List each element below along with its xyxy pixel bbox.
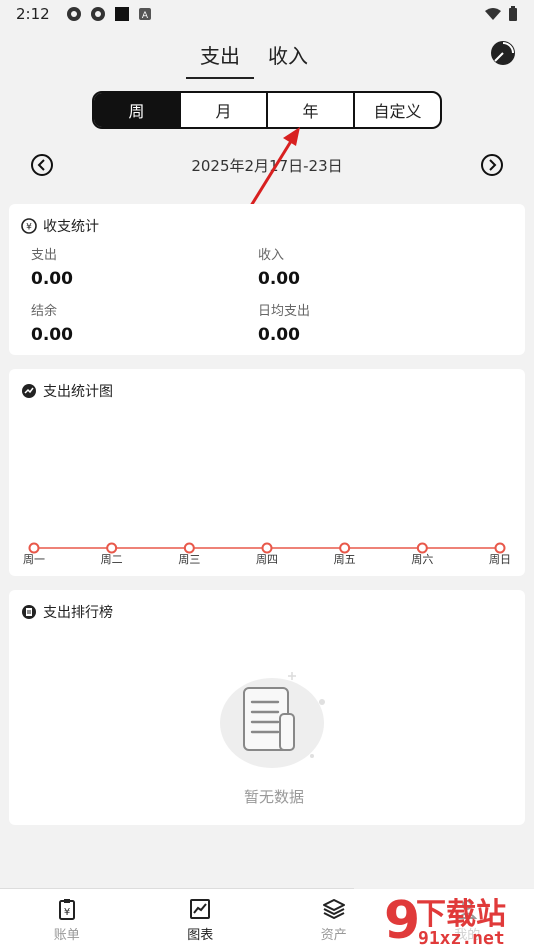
status-time: 2:12 — [16, 5, 50, 23]
period-custom[interactable]: 自定义 — [355, 93, 440, 127]
tab-income[interactable]: 收入 — [268, 36, 308, 79]
data-point-周四[interactable] — [261, 542, 273, 554]
x-tick-label: 周二 — [101, 553, 123, 566]
expense-value: 0.00 — [31, 269, 73, 289]
period-week[interactable]: 周 — [94, 93, 181, 127]
status-bar: 2:12 A — [0, 0, 534, 28]
ranking-icon — [22, 605, 36, 619]
expense-line-chart: 周一 周二 周三 周四 周五 周六 周日 — [23, 542, 511, 566]
date-range-label: 2025年2月17日-23日 — [191, 156, 343, 175]
bill-icon: ¥ — [58, 898, 75, 920]
empty-state-text: 暂无数据 — [243, 788, 304, 806]
summary-card: ¥ 收支统计 支出 0.00 收入 0.00 结余 0.00 日均支出 0.00 — [9, 204, 525, 355]
chart-icon — [190, 898, 211, 919]
x-tick-label: 周一 — [23, 553, 45, 566]
income-value: 0.00 — [258, 269, 300, 289]
stat-expense: 支出 0.00 — [31, 248, 73, 289]
nav-bills[interactable]: ¥ 账单 — [0, 889, 134, 950]
x-tick-label: 周日 — [489, 553, 511, 566]
notification-icon — [66, 7, 81, 21]
next-period-icon[interactable] — [480, 153, 504, 177]
period-month[interactable]: 月 — [181, 93, 268, 127]
tab-expense[interactable]: 支出 — [186, 36, 254, 79]
wifi-icon — [485, 8, 501, 20]
data-point-周六[interactable] — [416, 542, 428, 554]
svg-text:A: A — [142, 11, 149, 21]
nav-charts[interactable]: 图表 — [134, 889, 268, 950]
x-tick-label: 周五 — [334, 553, 356, 566]
svg-text:9: 9 — [384, 891, 420, 950]
data-point-周二[interactable] — [106, 542, 118, 554]
x-tick-label: 周四 — [256, 553, 278, 566]
data-point-周三[interactable] — [183, 542, 195, 554]
battery-icon — [509, 6, 517, 21]
svg-text:下载站: 下载站 — [416, 897, 506, 932]
period-year[interactable]: 年 — [268, 93, 355, 127]
ranking-card: 支出排行榜 暂无数据 — [9, 590, 525, 825]
empty-state: 暂无数据 — [204, 668, 344, 807]
period-selector: 周 月 年 自定义 — [92, 91, 442, 129]
layers-icon — [322, 898, 345, 919]
stat-balance: 结余 0.00 — [31, 304, 73, 345]
svg-text:91xz.net: 91xz.net — [418, 928, 505, 949]
app-square-icon — [114, 7, 129, 21]
previous-period-icon[interactable] — [30, 153, 54, 177]
ranking-title: 支出排行榜 — [43, 605, 113, 621]
site-watermark: 9 下载站 91xz.net — [354, 888, 534, 950]
data-point-周一[interactable] — [28, 542, 40, 554]
notification-icon — [90, 7, 105, 21]
balance-value: 0.00 — [31, 325, 73, 345]
data-point-周日[interactable] — [494, 542, 506, 554]
date-navigator: 2025年2月17日-23日 — [0, 150, 534, 180]
x-tick-label: 周三 — [178, 553, 200, 566]
stat-daily-average: 日均支出 0.00 — [258, 304, 311, 345]
top-bar: 支出 收入 — [0, 36, 534, 82]
empty-document-icon — [220, 672, 325, 768]
daily-average-value: 0.00 — [258, 325, 300, 345]
data-point-周五[interactable] — [339, 542, 351, 554]
expense-chart-card: 支出统计图 周一 周二 周三 周四 周五 周六 周日 — [9, 369, 525, 576]
pie-chart-icon[interactable] — [490, 40, 516, 66]
keyboard-icon: A — [138, 8, 151, 21]
svg-text:¥: ¥ — [64, 907, 70, 918]
stat-income: 收入 0.00 — [258, 248, 300, 289]
x-tick-label: 周六 — [411, 553, 433, 566]
